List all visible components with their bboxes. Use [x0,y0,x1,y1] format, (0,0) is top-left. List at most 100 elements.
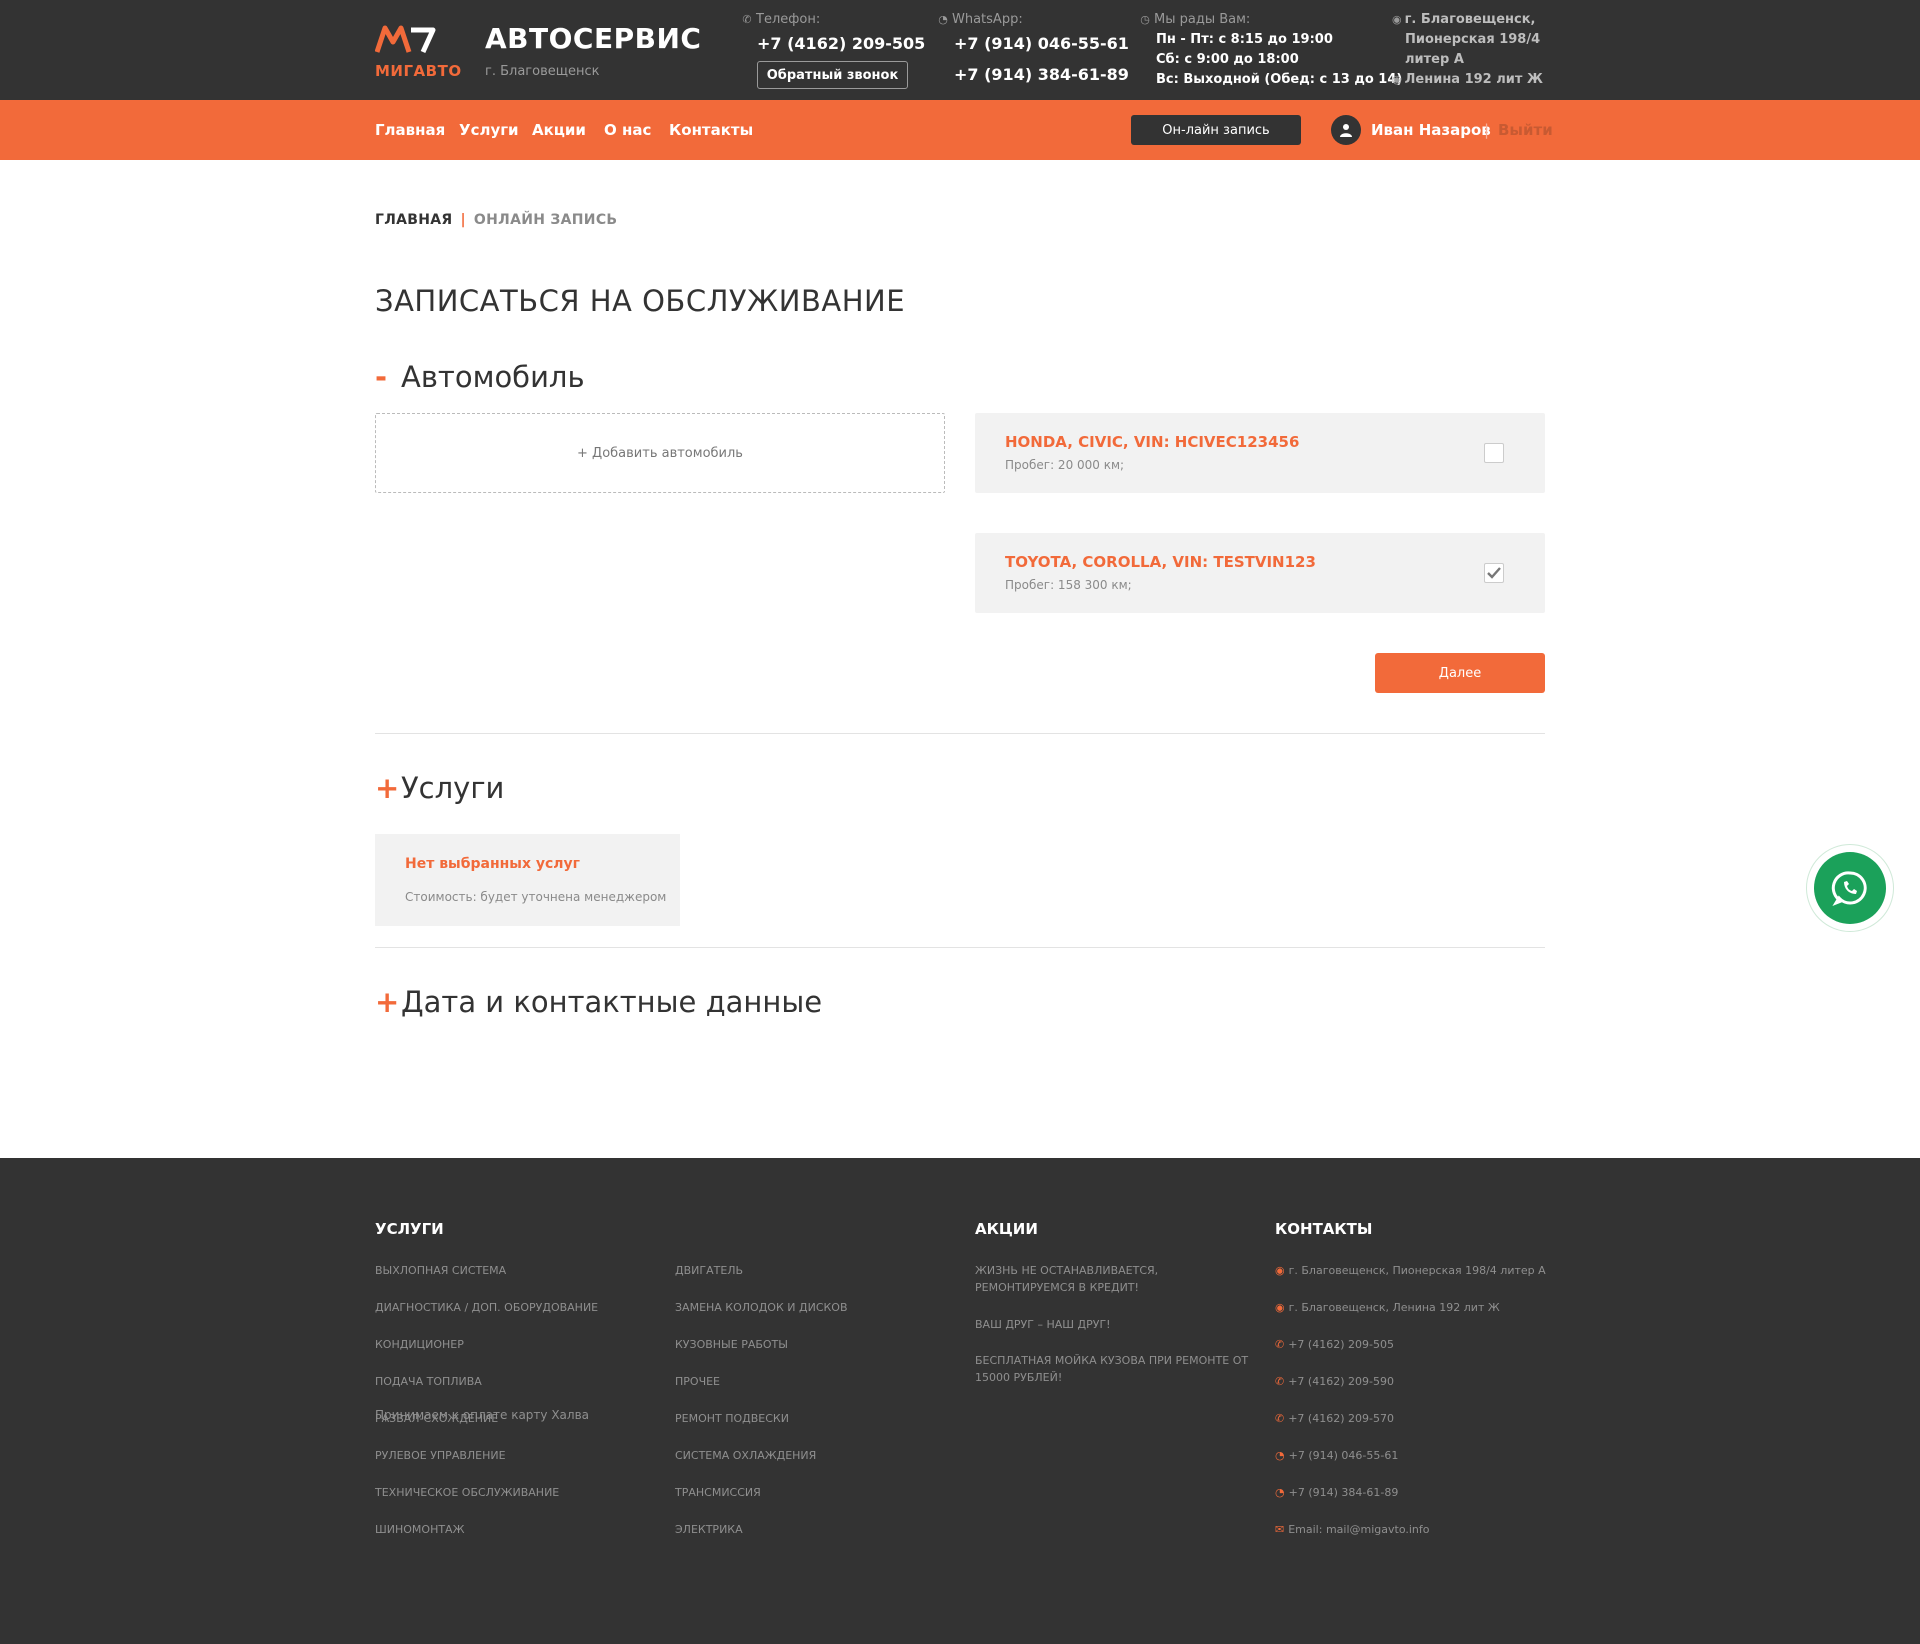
car-section-header[interactable]: - Автомобиль [375,360,585,394]
whatsapp-icon: ◔ [1275,1449,1285,1462]
footer-service-link[interactable]: ТРАНСМИССИЯ [675,1484,761,1501]
footer-service-link[interactable]: РЕМОНТ ПОДВЕСКИ [675,1410,789,1427]
nav-item-home[interactable]: Главная [375,121,445,139]
address-1-line-1: ◉ г. Благовещенск, [1392,12,1536,27]
breadcrumb-separator: | [460,212,466,228]
whatsapp-icon [1831,871,1867,907]
whatsapp-float-inner [1814,852,1886,924]
footer-services-heading: УСЛУГИ [375,1220,444,1238]
footer-service-link[interactable]: ПОДАЧА ТОПЛИВА [375,1373,482,1390]
logo-mark-icon [375,25,436,54]
car-card[interactable]: HONDA, CIVIC, VIN: HCIVEC123456 Пробег: … [975,413,1545,493]
footer-service-link[interactable]: ТЕХНИЧЕСКОЕ ОБСЛУЖИВАНИЕ [375,1484,559,1501]
whatsapp-number-2[interactable]: +7 (914) 384-61-89 [954,65,1129,84]
car-checkbox[interactable] [1484,443,1504,463]
phone-icon: ✆ [1275,1412,1285,1425]
no-services-title: Нет выбранных услуг [405,856,580,872]
footer-service-link[interactable]: КОНДИЦИОНЕР [375,1336,464,1353]
user-avatar[interactable] [1331,115,1361,145]
nav-item-promos[interactable]: Акции [532,121,586,139]
address-2: ◉ Ленина 192 лит Ж [1392,72,1543,87]
mail-icon: ✉ [1275,1523,1285,1536]
footer-contact-whatsapp[interactable]: ◔ +7 (914) 046-55-61 [1275,1447,1398,1464]
brand-city: г. Благовещенск [485,64,600,79]
whatsapp-float-button[interactable] [1806,844,1894,932]
checkmark-icon [1487,567,1501,579]
footer-contact-address: ◉ г. Благовещенск, Ленина 192 лит Ж [1275,1301,1500,1314]
footer-promo-link[interactable]: БЕСПЛАТНАЯ МОЙКА КУЗОВА ПРИ РЕМОНТЕ ОТ 15… [975,1352,1248,1386]
add-car-button[interactable]: + Добавить автомобиль [375,413,945,493]
map-pin-icon: ◉ [1392,73,1402,86]
footer-service-link[interactable]: ШИНОМОНТАЖ [375,1521,464,1538]
car-card[interactable]: TOYOTA, COROLLA, VIN: TESTVIN123 Пробег:… [975,533,1545,613]
map-pin-icon: ◉ [1275,1264,1285,1277]
footer-promo-link[interactable]: ЖИЗНЬ НЕ ОСТАНАВЛИВАЕТСЯ, РЕМОНТИРУЕМСЯ В… [975,1262,1158,1296]
date-section-header[interactable]: +Дата и контактные данные [375,985,822,1019]
footer-service-link[interactable]: РУЛЕВОЕ УПРАВЛЕНИЕ [375,1447,506,1464]
whatsapp-icon: ◔ [1275,1486,1285,1499]
footer-service-link[interactable]: ПРОЧЕЕ [675,1373,720,1390]
collapse-icon: - [375,360,388,394]
online-booking-button[interactable]: Он-лайн запись [1131,115,1301,145]
breadcrumb-current: ОНЛАЙН ЗАПИСЬ [473,212,618,228]
address-1-line-2: Пионерская 198/4 [1405,32,1541,47]
selected-services-box: Нет выбранных услуг Стоимость: будет уто… [375,834,680,926]
footer-promos-heading: АКЦИИ [975,1220,1038,1238]
services-section-title: Услуги [401,771,505,805]
user-name[interactable]: Иван Назаров [1371,121,1491,139]
nav-item-services[interactable]: Услуги [459,121,519,139]
clock-icon: ◷ [1140,13,1150,26]
map-pin-icon: ◉ [1392,13,1402,26]
expand-icon: + [375,771,400,805]
footer-service-link[interactable]: ЗАМЕНА КОЛОДОК И ДИСКОВ [675,1299,848,1316]
nav-item-about[interactable]: О нас [604,121,651,139]
services-cost-note: Стоимость: будет уточнена менеджером [405,890,667,904]
whatsapp-label: ◔ WhatsApp: [938,12,1023,27]
logo-text: МИГАВТО [375,62,462,80]
footer-service-link[interactable]: ДВИГАТЕЛЬ [675,1262,743,1279]
car-name: HONDA, CIVIC, VIN: HCIVEC123456 [1005,433,1300,451]
hours-label: ◷ Мы рады Вам: [1140,12,1251,27]
logout-link[interactable]: Выйти [1498,121,1553,139]
nav-item-contacts[interactable]: Контакты [669,121,753,139]
footer-promo-link[interactable]: ВАШ ДРУГ – НАШ ДРУГ! [975,1316,1111,1333]
next-button[interactable]: Далее [1375,653,1545,693]
footer-service-link[interactable]: КУЗОВНЫЕ РАБОТЫ [675,1336,788,1353]
footer-service-link[interactable]: ДИАГНОСТИКА / ДОП. ОБОРУДОВАНИЕ [375,1299,598,1316]
phone-number[interactable]: +7 (4162) 209-505 [757,34,925,53]
date-section-title: Дата и контактные данные [401,985,823,1019]
footer-service-link[interactable]: ВЫХЛОПНАЯ СИСТЕМА [375,1262,506,1279]
user-icon [1340,124,1352,137]
map-pin-icon: ◉ [1275,1301,1285,1314]
car-checkbox[interactable] [1484,563,1504,583]
footer-contact-phone[interactable]: ✆ +7 (4162) 209-570 [1275,1410,1394,1427]
top-header: МИГАВТО АВТОСЕРВИС г. Благовещенск ✆ Теле… [0,0,1920,100]
logo[interactable]: МИГАВТО [375,24,461,80]
user-separator: | [1484,121,1490,139]
phone-icon: ✆ [1275,1338,1285,1351]
address-1-line-3: литер А [1405,52,1464,67]
phone-label: ✆ Телефон: [742,12,821,27]
callback-button[interactable]: Обратный звонок [757,61,908,89]
payment-note: Принимаем к оплате карту Халва [375,1408,589,1422]
footer-service-link[interactable]: ЭЛЕКТРИКА [675,1521,743,1538]
services-section-header[interactable]: +Услуги [375,771,504,805]
footer-contact-whatsapp[interactable]: ◔ +7 (914) 384-61-89 [1275,1484,1398,1501]
section-divider [375,733,1545,734]
footer-contact-email[interactable]: ✉ Email: mail@migavto.info [1275,1521,1430,1538]
footer-service-link[interactable]: СИСТЕМА ОХЛАЖДЕНИЯ [675,1447,816,1464]
footer: УСЛУГИ ВЫХЛОПНАЯ СИСТЕМА ДИАГНОСТИКА / Д… [0,1158,1920,1644]
whatsapp-number-1[interactable]: +7 (914) 046-55-61 [954,34,1129,53]
footer-contact-phone[interactable]: ✆ +7 (4162) 209-590 [1275,1373,1394,1390]
hours-sunday: Вс: Выходной (Обед: с 13 до 14) [1156,72,1403,87]
brand-title: АВТОСЕРВИС [485,22,702,55]
car-mileage: Пробег: 20 000 км; [1005,458,1125,472]
expand-icon: + [375,985,400,1019]
phone-icon: ✆ [742,13,752,26]
breadcrumb-home[interactable]: ГЛАВНАЯ [375,212,453,228]
whatsapp-icon: ◔ [938,13,948,26]
breadcrumb: ГЛАВНАЯ | ОНЛАЙН ЗАПИСЬ [375,212,617,228]
footer-contact-address: ◉ г. Благовещенск, Пионерская 198/4 литер… [1275,1264,1546,1277]
footer-contact-phone[interactable]: ✆ +7 (4162) 209-505 [1275,1336,1394,1353]
footer-contacts-heading: КОНТАКТЫ [1275,1220,1373,1238]
